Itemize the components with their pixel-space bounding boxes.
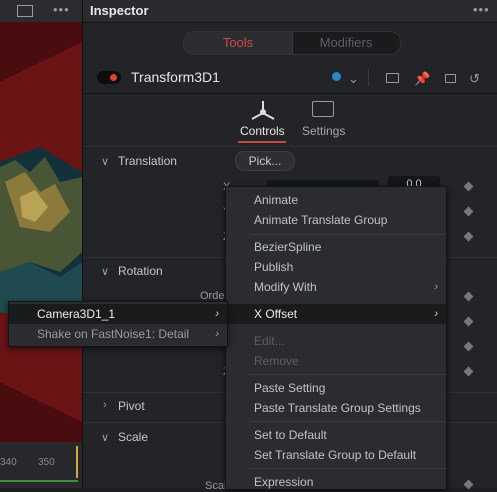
menu-separator (250, 374, 446, 375)
submenu-item-shake-fastnoise[interactable]: Shake on FastNoise1: Detail › (9, 324, 227, 344)
menu-item-paste-setting[interactable]: Paste Setting (226, 378, 446, 398)
chevron-right-icon: › (434, 281, 438, 293)
inspector-header: Inspector ••• (83, 0, 497, 23)
menu-item-animate[interactable]: Animate (226, 190, 446, 210)
chevron-down-icon[interactable]: ∨ (101, 155, 109, 168)
inspector-title: Inspector (90, 3, 149, 18)
menu-item-modify-with[interactable]: Modify With › (226, 277, 446, 297)
tab-tools[interactable]: Tools (184, 32, 293, 54)
reset-icon[interactable]: ↺ (469, 71, 480, 87)
keyframe-icon[interactable] (463, 206, 474, 217)
tab-modifiers[interactable]: Modifiers (292, 32, 400, 54)
lock-icon[interactable] (445, 74, 456, 83)
pick-button[interactable]: Pick... (235, 151, 295, 171)
chevron-right-icon: › (434, 308, 438, 320)
tool-header-row: Transform3D1 ⌄ 📌 ↺ (83, 63, 497, 94)
keyframe-icon[interactable] (463, 181, 474, 192)
settings-tab-icon[interactable] (312, 101, 334, 117)
divider (83, 146, 497, 147)
menu-item-paste-group-settings[interactable]: Paste Translate Group Settings (226, 398, 446, 418)
chevron-down-icon[interactable]: ⌄ (348, 71, 359, 87)
chevron-right-icon: › (215, 328, 219, 340)
section-rotation[interactable]: Rotation (118, 264, 163, 278)
menu-separator (250, 468, 446, 469)
active-tab-underline (238, 141, 286, 143)
pin-icon[interactable]: 📌 (414, 71, 430, 87)
tool-enable-toggle[interactable] (97, 71, 121, 84)
tab-settings[interactable]: Settings (302, 124, 345, 138)
terrain-render-image (0, 22, 82, 442)
menu-item-animate-translate-group[interactable]: Animate Translate Group (226, 210, 446, 230)
playhead[interactable] (76, 446, 78, 478)
separator (368, 69, 369, 86)
chevron-down-icon[interactable]: ∨ (101, 431, 109, 444)
menu-item-set-to-default[interactable]: Set to Default (226, 425, 446, 445)
menu-item-remove: Remove (254, 354, 299, 368)
menu-item-bezierspline[interactable]: BezierSpline (226, 237, 446, 257)
node-name: Transform3D1 (131, 69, 220, 85)
menu-item-edit: Edit... (254, 334, 285, 348)
ruler-tick-340: 340 (0, 457, 17, 468)
tools-modifiers-switch: Tools Modifiers (183, 31, 401, 55)
menu-separator (250, 234, 446, 235)
chevron-right-icon[interactable]: › (103, 399, 107, 411)
version-icon[interactable] (386, 73, 399, 83)
context-menu: Animate Animate Translate Group BezierSp… (225, 186, 447, 490)
controls-tab-icon[interactable] (248, 99, 278, 121)
section-translation[interactable]: Translation (118, 154, 177, 168)
viewer-toolbar: ••• (0, 0, 82, 23)
section-pivot[interactable]: Pivot (118, 399, 145, 413)
chevron-right-icon: › (215, 308, 219, 320)
ruler-tick-350: 350 (38, 457, 55, 468)
keyframe-icon[interactable] (463, 366, 474, 377)
timeline-ruler[interactable]: 340 350 (0, 442, 82, 488)
keyframe-icon[interactable] (463, 341, 474, 352)
section-scale[interactable]: Scale (118, 430, 148, 444)
viewer-canvas[interactable] (0, 22, 82, 442)
node-color-dot[interactable] (332, 72, 341, 81)
inspector-options-icon[interactable]: ••• (473, 2, 490, 17)
keyframe-icon[interactable] (463, 316, 474, 327)
viewer-layout-icon[interactable] (17, 5, 33, 17)
chevron-down-icon[interactable]: ∨ (101, 265, 109, 278)
keyframe-icon[interactable] (463, 231, 474, 242)
menu-item-expression[interactable]: Expression (226, 472, 446, 492)
menu-item-set-group-to-default[interactable]: Set Translate Group to Default (226, 445, 446, 465)
tab-controls[interactable]: Controls (240, 124, 285, 138)
timeline-range-bar (0, 480, 78, 482)
menu-separator (250, 421, 446, 422)
menu-item-x-offset[interactable]: X Offset › (226, 304, 446, 324)
submenu-item-camera3d1-1[interactable]: Camera3D1_1 › (9, 304, 227, 324)
viewer-options-icon[interactable]: ••• (53, 2, 70, 17)
modifier-submenu: Camera3D1_1 › Shake on FastNoise1: Detail… (8, 301, 228, 347)
keyframe-icon[interactable] (463, 291, 474, 302)
menu-item-publish[interactable]: Publish (226, 257, 446, 277)
